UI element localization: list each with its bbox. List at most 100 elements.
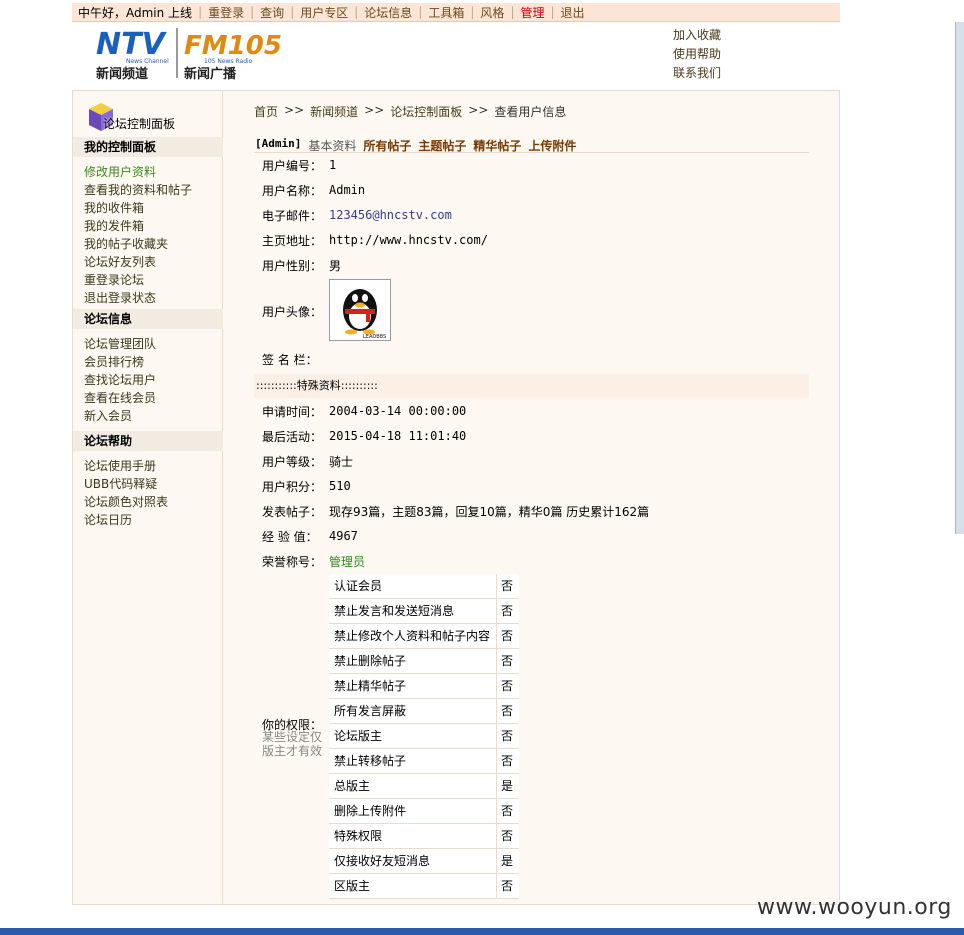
permission-value: 否 (497, 674, 519, 698)
experience-label: 经 验 值： (262, 530, 318, 544)
user-name-value: Admin (329, 183, 366, 197)
logo-fm-sub-cn: 新闻广播 (184, 66, 237, 82)
sidebar-item-outbox[interactable]: 我的发件箱 (84, 217, 144, 234)
sidebar-section-forum-help: 论坛帮助 (73, 431, 223, 451)
penguin-avatar-icon: LEADBBS (343, 289, 386, 340)
tabs-divider (254, 152, 809, 153)
permission-name: 禁止发言和发送短消息 (329, 599, 497, 623)
permission-value: 否 (497, 749, 519, 773)
sidebar-item-online-users[interactable]: 查看在线会员 (84, 389, 156, 406)
permission-name: 删除上传附件 (329, 799, 497, 823)
permission-name: 区版主 (329, 874, 497, 898)
logo-ntv-text: NTV (96, 27, 168, 62)
email-label: 电子邮件： (262, 209, 323, 223)
permission-value: 否 (497, 699, 519, 723)
permission-name: 禁止修改个人资料和帖子内容 (329, 624, 497, 648)
gender-value: 男 (329, 259, 342, 273)
permission-row: 总版主是 (329, 774, 519, 799)
sidebar-item-new-members[interactable]: 新入会员 (84, 407, 132, 424)
taskbar-edge (0, 928, 964, 935)
sidebar-item-edit-profile[interactable]: 修改用户资料 (84, 163, 156, 180)
sidebar-item-inbox[interactable]: 我的收件箱 (84, 199, 144, 216)
nav-toolbox[interactable]: 工具箱 (422, 4, 470, 21)
site-header: NTV News Channel 新闻频道 FM105 105 News Rad… (72, 22, 840, 84)
permission-value: 否 (497, 624, 519, 648)
breadcrumb-home[interactable]: 首页 (254, 103, 278, 120)
user-avatar: LEADBBS (329, 279, 391, 341)
sidebar-item-ubb-help[interactable]: UBB代码释疑 (84, 475, 157, 492)
permission-row: 所有发言屏蔽否 (329, 699, 519, 724)
user-level-value: 骑士 (329, 455, 354, 469)
sidebar-item-find-user[interactable]: 查找论坛用户 (84, 371, 156, 388)
site-logo[interactable]: NTV News Channel 新闻频道 FM105 105 News Rad… (92, 24, 282, 82)
reg-time-label: 申请时间： (262, 405, 323, 419)
nav-search[interactable]: 查询 (254, 4, 290, 21)
nav-user-area[interactable]: 用户专区 (294, 4, 354, 21)
logo-ntv-sub-en: News Channel (126, 58, 169, 65)
sidebar-section-my-panel: 我的控制面板 (73, 137, 223, 157)
last-active-value: 2015-04-18 11:01:40 (329, 429, 467, 443)
user-name-label: 用户名称： (262, 184, 323, 198)
breadcrumb-sep: >> (364, 103, 385, 117)
side-window-edge (955, 22, 964, 534)
last-active-label: 最后活动： (262, 430, 323, 444)
permission-name: 禁止删除帖子 (329, 649, 497, 673)
gender-label: 用户性别： (262, 259, 323, 273)
breadcrumb-control-panel[interactable]: 论坛控制面板 (390, 103, 462, 120)
permission-value: 否 (497, 874, 519, 898)
logo-ntv-sub-cn: 新闻频道 (96, 66, 148, 82)
permission-row: 特殊权限否 (329, 824, 519, 849)
help-link[interactable]: 使用帮助 (673, 45, 721, 64)
top-nav-bar: 中午好，Admin 上线 | 重登录 | 查询 | 用户专区 | 论坛信息 | … (72, 3, 840, 22)
nav-forum-info[interactable]: 论坛信息 (358, 4, 418, 21)
user-points-label: 用户积分： (262, 480, 323, 494)
special-info-header: :::::::::::特殊资料:::::::::: (254, 374, 809, 398)
nav-admin[interactable]: 管理 (514, 4, 550, 21)
logo-fm-text: FM105 (184, 31, 282, 61)
permission-name: 禁止转移帖子 (329, 749, 497, 773)
homepage-value[interactable]: http://www.hncstv.com/ (329, 233, 488, 247)
permission-row: 删除上传附件否 (329, 799, 519, 824)
sidebar-item-ranking[interactable]: 会员排行榜 (84, 353, 144, 370)
sidebar-item-logout[interactable]: 退出登录状态 (84, 289, 156, 306)
permission-value: 是 (497, 774, 519, 798)
nav-logout[interactable]: 退出 (555, 4, 591, 21)
sidebar-item-relogin[interactable]: 重登录论坛 (84, 271, 144, 288)
nav-relogin[interactable]: 重登录 (202, 4, 250, 21)
email-value[interactable]: 123456@hncstv.com (329, 208, 452, 222)
logo-divider (176, 28, 178, 78)
experience-value: 4967 (329, 529, 358, 543)
permission-row: 禁止发言和发送短消息否 (329, 599, 519, 624)
nav-style[interactable]: 风格 (474, 4, 510, 21)
control-panel-title: 论坛控制面板 (103, 117, 176, 131)
logo-fm-sub-en: 105 News Radio (204, 58, 253, 65)
sidebar-item-friends[interactable]: 论坛好友列表 (84, 253, 156, 270)
permissions-note: 某些设定仅版主才有效 (262, 730, 323, 758)
permission-value: 否 (497, 824, 519, 848)
contact-link[interactable]: 联系我们 (673, 64, 721, 83)
permission-name: 禁止精华帖子 (329, 674, 497, 698)
add-favorite-link[interactable]: 加入收藏 (673, 26, 721, 45)
posts-label: 发表帖子： (262, 505, 323, 519)
homepage-label: 主页地址： (262, 234, 323, 248)
permission-row: 区版主否 (329, 874, 519, 899)
permission-value: 否 (497, 599, 519, 623)
sidebar-item-my-profile-posts[interactable]: 查看我的资料和帖子 (84, 181, 192, 198)
sidebar-item-favorites[interactable]: 我的帖子收藏夹 (84, 235, 168, 252)
sidebar-item-color-table[interactable]: 论坛颜色对照表 (84, 493, 168, 510)
user-level-label: 用户等级： (262, 455, 323, 469)
permission-name: 仅接收好友短消息 (329, 849, 497, 873)
header-links: 加入收藏 使用帮助 联系我们 (673, 26, 721, 83)
permission-value: 否 (497, 724, 519, 748)
sidebar-item-calendar[interactable]: 论坛日历 (84, 511, 132, 528)
permission-name: 所有发言屏蔽 (329, 699, 497, 723)
permission-name: 认证会员 (329, 574, 497, 598)
sidebar-item-manual[interactable]: 论坛使用手册 (84, 457, 156, 474)
reg-time-value: 2004-03-14 00:00:00 (329, 404, 467, 418)
permission-value: 否 (497, 649, 519, 673)
control-panel-logo: 论坛控制面板 (83, 99, 193, 135)
breadcrumb-news-channel[interactable]: 新闻频道 (310, 103, 358, 120)
sidebar-item-admin-team[interactable]: 论坛管理团队 (84, 335, 156, 352)
greeting-text: 中午好，Admin 上线 (78, 5, 193, 20)
permission-value: 是 (497, 849, 519, 873)
